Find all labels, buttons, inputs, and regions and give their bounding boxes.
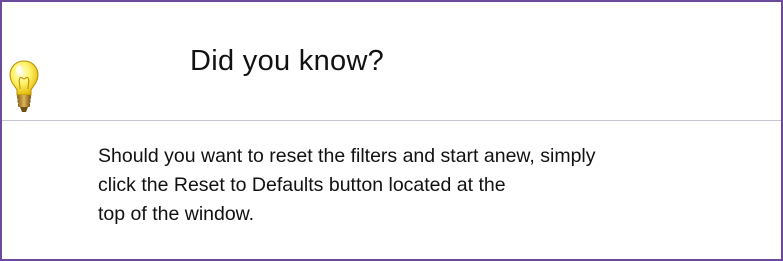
tip-header: Did you know? [2,2,781,118]
tip-body: Should you want to reset the filters and… [98,142,738,229]
did-you-know-panel: Did you know? Should you want to reset t… [0,0,783,261]
tip-text-line: Should you want to reset the filters and… [98,145,596,167]
tip-title: Did you know? [190,45,385,77]
tip-text-line: click the Reset to Defaults button locat… [98,174,506,196]
divider [2,120,781,121]
lightbulb-icon [9,60,39,112]
tip-text-line: top of the window. [98,203,255,225]
